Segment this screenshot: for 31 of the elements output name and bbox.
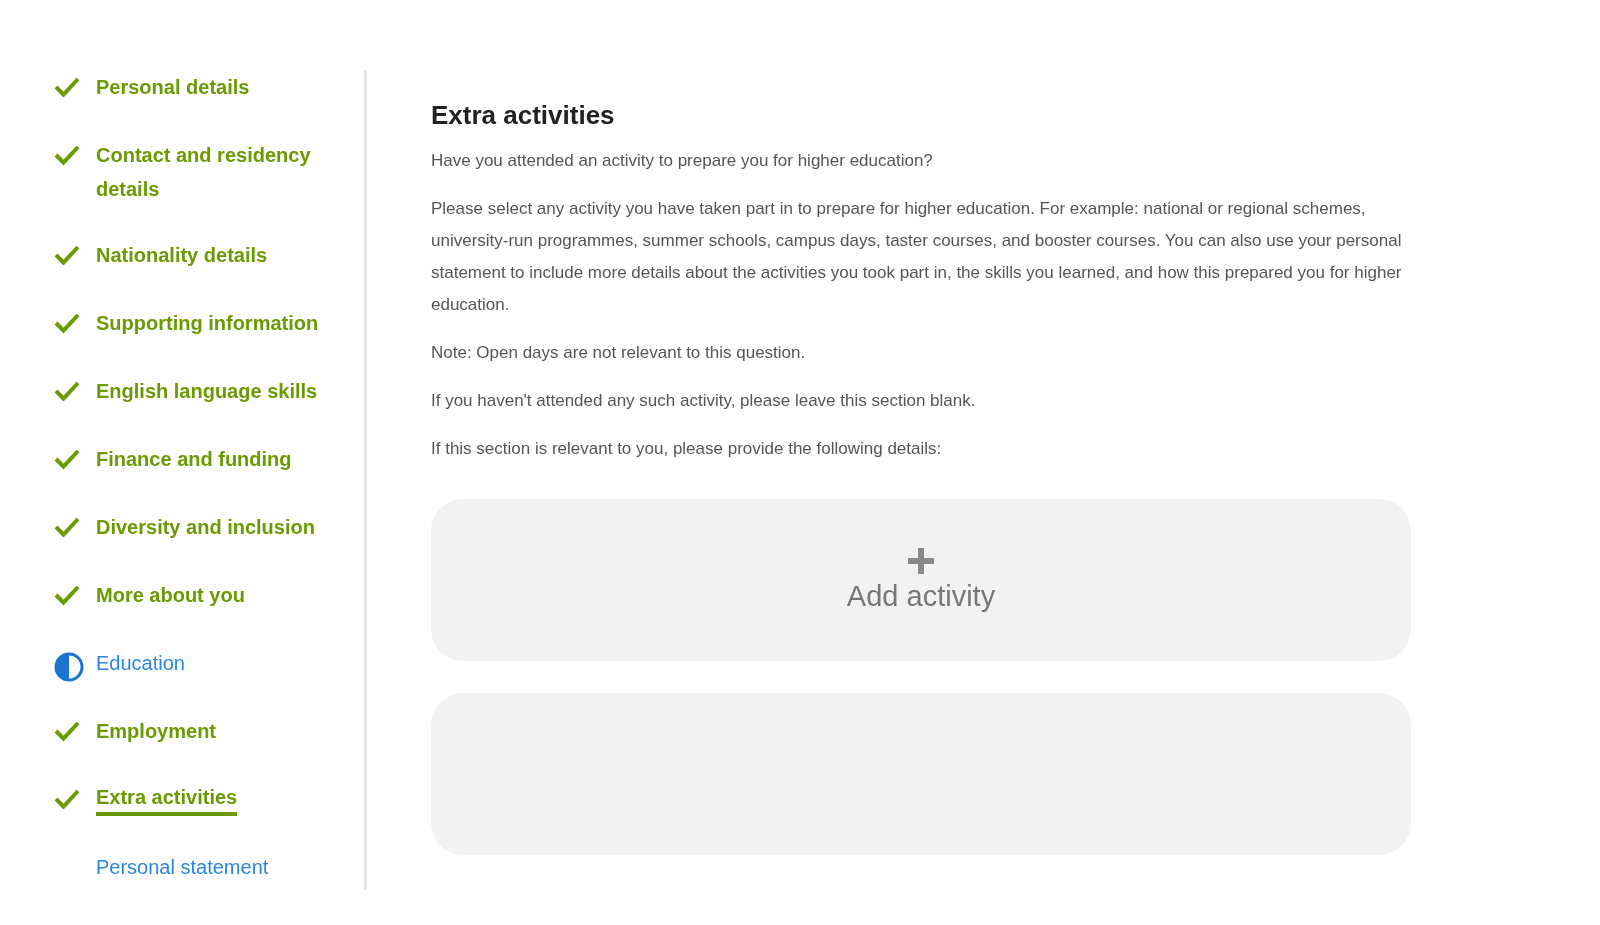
paragraph: Have you attended an activity to prepare you for higher education? — [431, 150, 934, 172]
checkmark-icon — [54, 380, 80, 402]
checkmark-icon — [54, 788, 80, 810]
add-activity-button[interactable]: Add activity — [431, 499, 1411, 661]
half-circle-icon — [54, 652, 84, 682]
sidebar-link[interactable]: Diversity and inclusion — [96, 510, 315, 544]
checkmark-icon — [54, 144, 80, 166]
checkmark-icon — [54, 76, 80, 98]
paragraph: Note: Open days are not relevant to this question. — [431, 342, 807, 364]
sidebar-link[interactable]: Education — [96, 646, 185, 680]
checkmark-icon — [54, 448, 80, 470]
paragraph: If you haven't attended any such activity, please leave this section blank. — [431, 390, 977, 412]
checkmark-icon — [54, 516, 80, 538]
checkmark-icon — [54, 244, 80, 266]
sidebar-link[interactable]: Nationality details — [96, 238, 268, 272]
sidebar-link[interactable]: English language skills — [96, 374, 318, 408]
sidebar-link[interactable]: Personal details — [96, 70, 250, 104]
plus-icon — [908, 547, 934, 574]
paragraph: If this section is relevant to you, please provide the following details: — [431, 438, 943, 460]
checkmark-icon — [54, 312, 80, 334]
sidebar-link[interactable]: Extra activities — [96, 782, 238, 816]
sidebar-link[interactable]: More about you — [96, 578, 245, 612]
sidebar-link[interactable]: Contact and residency details — [96, 138, 336, 206]
checkmark-icon — [54, 584, 80, 606]
paragraph: Please select any activity you have taken part in to prepare for higher education. For example: national or regional schemes, university-run programmes, summer schools, campus days, taster courses, and booster courses. You can also use your personal statement to include more details about the activities you took part in, the skills you learned, and how this prepared you for higher education. — [431, 198, 1403, 316]
sidebar-link[interactable]: Personal statement — [96, 850, 269, 884]
sidebar-link[interactable]: Supporting information — [96, 306, 319, 340]
sidebar-link[interactable]: Finance and funding — [96, 442, 292, 476]
checkmark-icon — [54, 720, 80, 742]
section-heading: Extra activities — [431, 100, 616, 131]
sidebar-link[interactable]: Employment — [96, 714, 217, 748]
